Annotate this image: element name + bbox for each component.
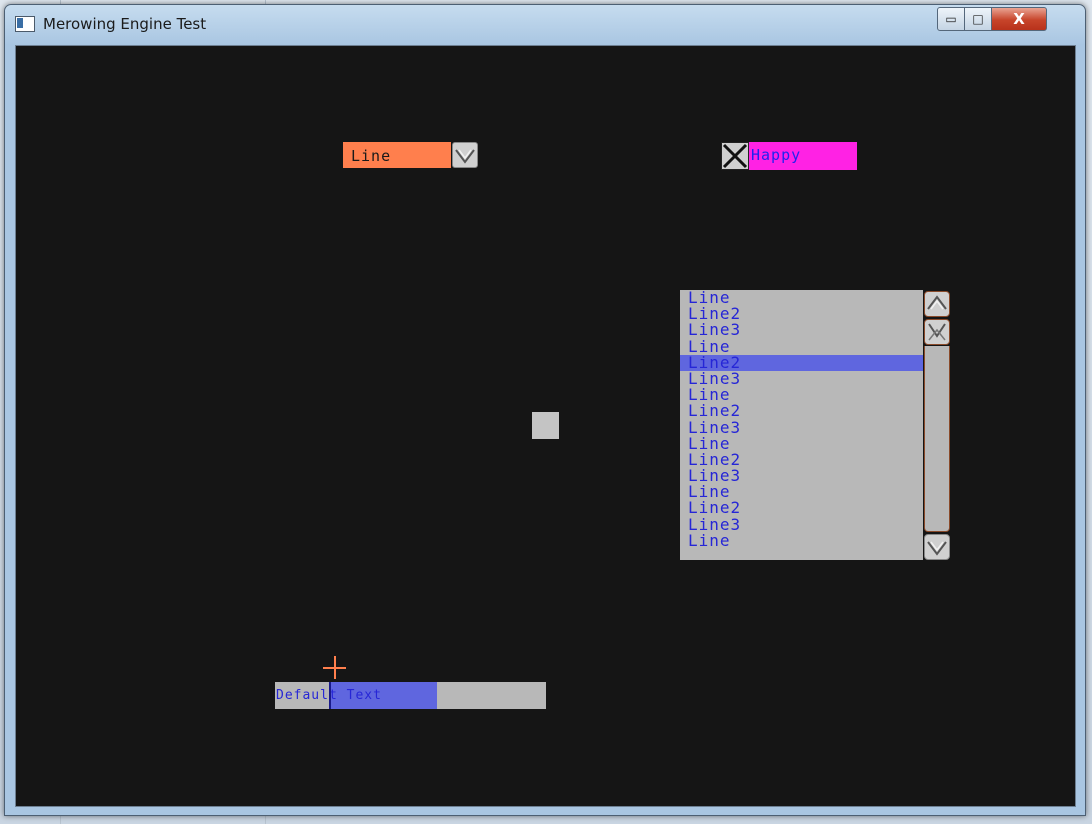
scrollbar-track[interactable] bbox=[924, 346, 950, 532]
chevron-down-icon bbox=[455, 149, 475, 164]
text-input[interactable]: Default Text bbox=[275, 682, 546, 709]
chevron-up-icon bbox=[927, 295, 947, 310]
list-item[interactable]: Line bbox=[680, 532, 923, 549]
scroll-down-button[interactable] bbox=[924, 534, 950, 560]
app-window: Merowing Engine Test ▭ □ X Line Happy Li… bbox=[4, 4, 1086, 816]
chevron-down-icon bbox=[927, 541, 947, 556]
scrollbar-thumb[interactable] bbox=[924, 319, 950, 345]
checkbox[interactable] bbox=[721, 142, 749, 170]
app-window-icon bbox=[15, 16, 35, 32]
grip-icon bbox=[928, 323, 946, 341]
listbox[interactable]: Line Line2 Line3 Line Line2 Line3 Line Line2 Lin… bbox=[680, 290, 923, 560]
combobox-value[interactable]: Line bbox=[343, 142, 451, 168]
close-button[interactable]: X bbox=[991, 7, 1047, 31]
crosshair-cursor-icon bbox=[323, 656, 346, 679]
combobox[interactable]: Line bbox=[343, 142, 479, 168]
checkbox-label[interactable]: Happy bbox=[749, 142, 857, 170]
render-canvas[interactable]: Line Happy Line Line2 Line3 Line Line2 Line3 L… bbox=[15, 45, 1076, 807]
minimize-button[interactable]: ▭ bbox=[937, 7, 965, 31]
x-mark-icon bbox=[722, 143, 748, 169]
gray-square-widget[interactable] bbox=[532, 412, 559, 439]
text-caret bbox=[329, 682, 331, 709]
minimize-icon: ▭ bbox=[945, 12, 957, 26]
maximize-button[interactable]: □ bbox=[964, 7, 992, 31]
maximize-icon: □ bbox=[972, 12, 984, 26]
close-icon: X bbox=[1013, 10, 1025, 28]
scroll-up-button[interactable] bbox=[924, 291, 950, 317]
combobox-dropdown-button[interactable] bbox=[452, 142, 478, 168]
title-bar[interactable]: Merowing Engine Test ▭ □ X bbox=[5, 5, 1085, 43]
window-title: Merowing Engine Test bbox=[43, 15, 207, 33]
